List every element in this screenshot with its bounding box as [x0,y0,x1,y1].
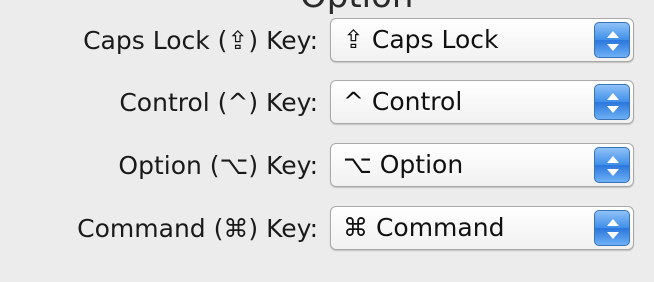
option-popup-value: ⌥ Option [343,150,464,179]
control-popup-value: ^ Control [343,87,463,116]
caps-lock-row: Caps Lock (⇪) Key: ⇪ Caps Lock [0,18,654,64]
up-down-arrows-icon[interactable] [594,210,630,246]
control-popup[interactable]: ^ Control [330,80,634,124]
command-key-label: Command (⌘) Key: [77,214,318,243]
modifier-keys-sheet: Caps Lock (⇪) Key: ⇪ Caps Lock Control (… [0,0,654,282]
option-key-label: Option (⌥) Key: [118,151,318,180]
option-popup[interactable]: ⌥ Option [330,143,634,187]
caps-lock-popup[interactable]: ⇪ Caps Lock [330,18,634,62]
up-down-arrows-icon[interactable] [594,84,630,120]
command-row: Command (⌘) Key: ⌘ Command [0,206,654,252]
control-row: Control (^) Key: ^ Control [0,80,654,126]
caps-lock-popup-value: ⇪ Caps Lock [343,25,499,54]
up-down-arrows-icon[interactable] [594,22,630,58]
up-down-arrows-icon[interactable] [594,147,630,183]
command-popup[interactable]: ⌘ Command [330,206,634,250]
command-popup-value: ⌘ Command [343,213,505,242]
control-key-label: Control (^) Key: [119,88,318,117]
option-row: Option (⌥) Key: ⌥ Option [0,143,654,189]
caps-lock-key-label: Caps Lock (⇪) Key: [83,26,318,55]
